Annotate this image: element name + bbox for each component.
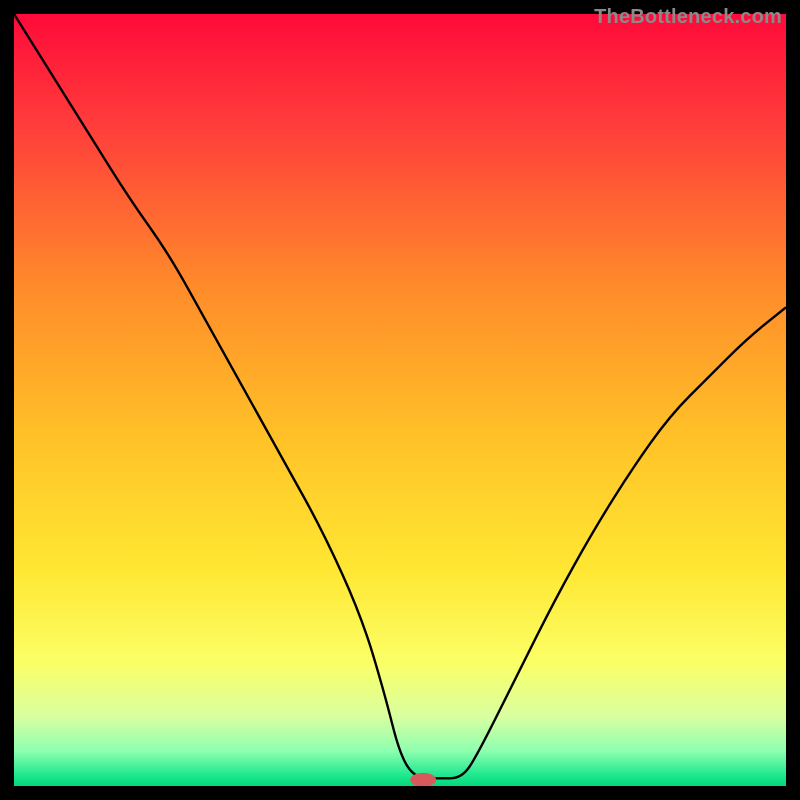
chart-background-gradient — [14, 14, 786, 786]
chart-frame — [14, 14, 786, 786]
watermark-text: TheBottleneck.com — [594, 6, 782, 29]
chart-svg — [14, 14, 786, 786]
